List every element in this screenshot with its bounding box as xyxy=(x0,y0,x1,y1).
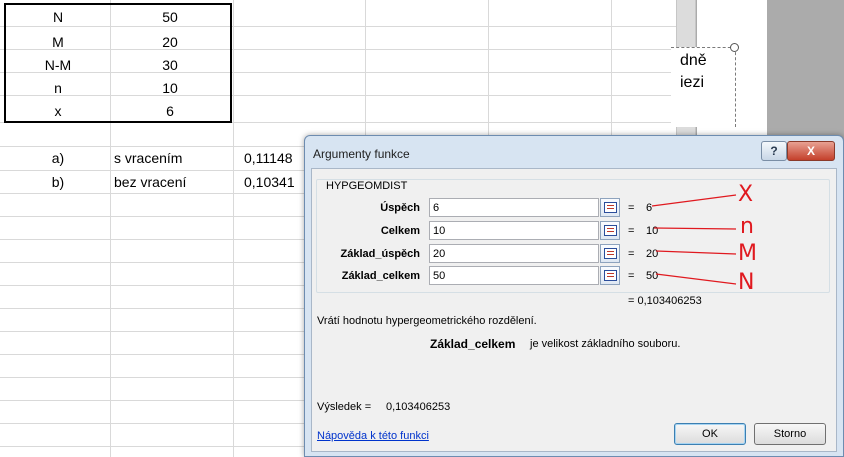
table-value-m[interactable]: 20 xyxy=(130,31,210,54)
arg-equals-zaklad-uspech: = xyxy=(628,248,635,260)
arg-desc-text: je velikost základního souboru. xyxy=(530,338,681,350)
document-text-line2: iezi xyxy=(680,74,705,91)
arg-input-celkem[interactable] xyxy=(429,221,599,240)
result-desc-a[interactable]: s vracením xyxy=(114,147,182,170)
help-button[interactable]: ? xyxy=(761,141,787,161)
function-description: Vrátí hodnotu hypergeometrického rozděle… xyxy=(317,315,537,327)
arg-ref-button-uspech[interactable] xyxy=(600,198,620,217)
dialog-body: HYPGEOMDIST Úspěch = 6 Celkem = 10 Zákla… xyxy=(311,168,837,452)
formula-result: = 0,103406253 xyxy=(628,295,702,307)
arg-result-zaklad-uspech: 20 xyxy=(646,248,659,260)
table-label-n-minus-m[interactable]: N-M xyxy=(18,54,98,77)
function-name: HYPGEOMDIST xyxy=(324,180,410,192)
result-value-a[interactable]: 0,11148 xyxy=(244,147,293,170)
dialog-titlebar[interactable]: Argumenty funkce ? X xyxy=(305,136,843,168)
help-link[interactable]: Nápověda k této funkci xyxy=(317,430,429,442)
result-desc-b[interactable]: bez vracení xyxy=(114,171,186,194)
annotation-n: n xyxy=(740,214,754,239)
result-label-b[interactable]: b) xyxy=(18,171,98,194)
cancel-button[interactable]: Storno xyxy=(754,423,826,445)
arg-desc-name: Základ_celkem xyxy=(430,337,516,351)
result-label: Výsledek = xyxy=(317,401,372,413)
arg-ref-button-celkem[interactable] xyxy=(600,221,620,240)
range-select-icon xyxy=(604,270,617,281)
result-value-b[interactable]: 0,10341 xyxy=(244,171,295,194)
table-label-n-small[interactable]: n xyxy=(18,77,98,100)
document-text-line1: dně xyxy=(680,52,707,69)
dialog-title: Argumenty funkce xyxy=(313,147,410,161)
table-value-n-cap[interactable]: 50 xyxy=(130,6,210,29)
arg-input-uspech[interactable] xyxy=(429,198,599,217)
table-value-n-minus-m[interactable]: 30 xyxy=(130,54,210,77)
table-value-x[interactable]: 6 xyxy=(130,100,210,123)
arg-equals-zaklad-celkem: = xyxy=(628,270,635,282)
arg-label-zaklad-celkem: Základ_celkem xyxy=(341,270,420,282)
arg-result-celkem: 10 xyxy=(646,225,659,237)
table-label-n-cap[interactable]: N xyxy=(18,6,98,29)
arg-label-uspech: Úspěch xyxy=(380,202,420,214)
arg-label-zaklad-uspech: Základ_úspěch xyxy=(340,248,420,260)
close-button[interactable]: X xyxy=(787,141,835,161)
range-select-icon xyxy=(604,248,617,259)
arg-result-uspech: 6 xyxy=(646,202,653,214)
result-label-a[interactable]: a) xyxy=(18,147,98,170)
arg-ref-button-zaklad-uspech[interactable] xyxy=(600,244,620,263)
ok-button[interactable]: OK xyxy=(674,423,746,445)
frame-resize-handle[interactable] xyxy=(730,43,739,52)
table-value-n-small[interactable]: 10 xyxy=(130,77,210,100)
table-label-x[interactable]: x xyxy=(18,100,98,123)
result-value: 0,103406253 xyxy=(386,401,451,413)
arg-ref-button-zaklad-celkem[interactable] xyxy=(600,266,620,285)
arg-equals-celkem: = xyxy=(628,225,635,237)
annotation-n-cap: N xyxy=(738,270,755,295)
arg-input-zaklad-uspech[interactable] xyxy=(429,244,599,263)
table-label-m[interactable]: M xyxy=(18,31,98,54)
range-select-icon xyxy=(604,202,617,213)
range-select-icon xyxy=(604,225,617,236)
annotation-x: X xyxy=(738,182,754,207)
arg-result-zaklad-celkem: 50 xyxy=(646,270,659,282)
arg-input-zaklad-celkem[interactable] xyxy=(429,266,599,285)
arg-label-celkem: Celkem xyxy=(380,225,420,237)
function-arguments-dialog: Argumenty funkce ? X HYPGEOMDIST Úspěch … xyxy=(304,135,844,457)
arg-equals-uspech: = xyxy=(628,202,635,214)
annotation-m: M xyxy=(738,241,757,266)
